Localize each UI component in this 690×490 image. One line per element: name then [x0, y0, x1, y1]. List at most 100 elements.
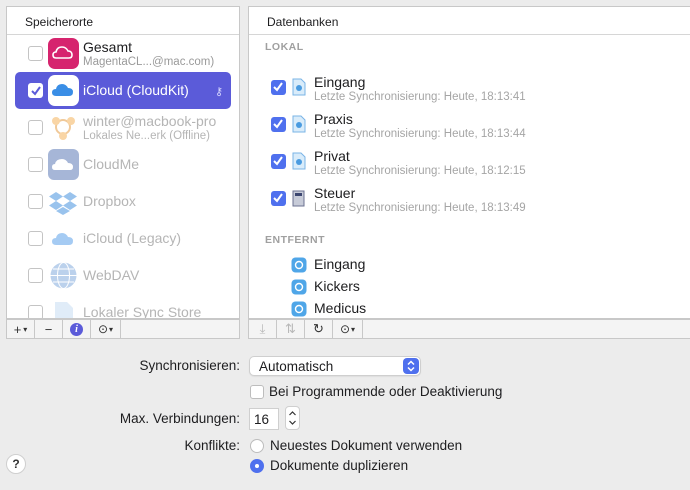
storage-locations-header: Speicherorte — [7, 7, 239, 35]
max-connections-label: Max. Verbindungen: — [119, 411, 240, 426]
download-icon: ⤓ — [259, 321, 266, 336]
sync-label: Synchronisieren: — [139, 358, 240, 373]
local-sync-icon — [47, 296, 80, 318]
icloud-legacy-icon — [47, 222, 80, 255]
location-item-local-sync-store[interactable]: Lokaler Sync Store — [15, 294, 231, 319]
popup-arrows-icon — [403, 358, 419, 374]
location-name: winter@macbook-pro — [83, 113, 217, 129]
sync-direction-button[interactable]: ⇅ — [277, 320, 305, 338]
local-db-item[interactable]: Privat Letzte Synchronisierung: Heute, 1… — [271, 147, 671, 183]
location-checkbox[interactable] — [28, 194, 43, 209]
add-location-button[interactable]: + ▾ — [7, 320, 35, 338]
info-button[interactable]: i — [63, 320, 91, 338]
db-name: Privat — [314, 148, 350, 164]
sync-mode-popup[interactable]: Automatisch — [249, 356, 421, 376]
conflict-newest-radio[interactable] — [250, 439, 264, 453]
databases-panel: Datenbanken LOKAL Eingang Letzte Synchro… — [248, 6, 690, 319]
conflict-duplicate-label: Dokumente duplizieren — [270, 458, 409, 473]
location-checkbox[interactable] — [28, 268, 43, 283]
conflict-duplicate-radio[interactable] — [250, 459, 264, 473]
location-name: Lokaler Sync Store — [83, 304, 202, 319]
refresh-button[interactable]: ↻ — [305, 320, 333, 338]
location-item-icloud-legacy[interactable]: iCloud (Legacy) — [15, 220, 231, 257]
database-icon — [291, 115, 307, 133]
more-actions-button[interactable]: ⊙ ▾ — [91, 320, 121, 338]
location-item-gesamt[interactable]: Gesamt MagentaCL...@mac.com) — [15, 35, 231, 72]
remote-db-item[interactable]: Eingang — [291, 255, 591, 277]
db-last-sync: Letzte Synchronisierung: Heute, 18:13:44 — [314, 128, 526, 140]
location-item-webdav[interactable]: WebDAV — [15, 257, 231, 294]
location-checkbox[interactable] — [28, 231, 43, 246]
remote-db-item[interactable]: Medicus — [291, 299, 591, 318]
databases-header: Datenbanken — [249, 7, 690, 35]
remote-db-item[interactable]: Kickers — [291, 277, 591, 299]
location-item-dropbox[interactable]: Dropbox — [15, 183, 231, 220]
max-connections-field[interactable]: 16 — [249, 408, 279, 430]
more-db-actions-button[interactable]: ⊙ ▾ — [333, 320, 363, 338]
conflicts-label: Konflikte: — [184, 438, 240, 453]
locations-toolbar: + ▾ − i ⊙ ▾ — [6, 319, 240, 339]
location-subtitle: Lokales Ne...erk (Offline) — [83, 130, 210, 142]
dropbox-icon — [47, 185, 80, 218]
db-checkbox[interactable] — [271, 191, 286, 206]
local-section-label: LOKAL — [265, 41, 304, 53]
location-item-cloudme[interactable]: CloudMe — [15, 146, 231, 183]
import-button[interactable]: ⤓ — [249, 320, 277, 338]
db-name: Praxis — [314, 111, 353, 127]
db-name: Medicus — [314, 300, 367, 316]
db-last-sync: Letzte Synchronisierung: Heute, 18:13:41 — [314, 91, 526, 103]
database-icon — [291, 152, 307, 170]
add-icon: + — [13, 321, 22, 337]
quit-sync-label: Bei Programmende oder Deaktivierung — [269, 384, 503, 399]
location-checkbox[interactable] — [28, 83, 43, 98]
location-name: Gesamt — [83, 39, 133, 55]
chevron-down-icon: ▾ — [109, 324, 114, 334]
magenta-cloud-icon — [47, 37, 80, 70]
location-checkbox[interactable] — [28, 46, 43, 61]
quit-sync-checkbox[interactable] — [250, 385, 264, 399]
remove-location-button[interactable]: − — [35, 320, 63, 338]
remove-icon: − — [44, 321, 53, 337]
local-db-item[interactable]: Praxis Letzte Synchronisierung: Heute, 1… — [271, 110, 671, 146]
max-connections-stepper[interactable] — [285, 406, 300, 430]
db-name: Eingang — [314, 256, 366, 272]
location-checkbox[interactable] — [28, 305, 43, 318]
database-icon — [291, 78, 307, 96]
location-checkbox[interactable] — [28, 120, 43, 135]
storage-locations-panel: Speicherorte Gesamt MagentaCL...@mac.com… — [6, 6, 240, 319]
db-last-sync: Letzte Synchronisierung: Heute, 18:12:15 — [314, 165, 526, 177]
db-checkbox[interactable] — [271, 80, 286, 95]
db-checkbox[interactable] — [271, 117, 286, 132]
remote-section-label: ENTFERNT — [265, 234, 325, 246]
up-down-arrows-icon: ⇅ — [285, 321, 296, 336]
remote-database-icon — [291, 279, 307, 295]
db-checkbox[interactable] — [271, 154, 286, 169]
location-name: CloudMe — [83, 156, 140, 172]
cloudme-icon — [47, 148, 80, 181]
location-name: WebDAV — [83, 267, 140, 283]
key-icon: ⚷ — [214, 86, 223, 98]
location-checkbox[interactable] — [28, 157, 43, 172]
db-name: Kickers — [314, 278, 360, 294]
location-name: iCloud (CloudKit) — [83, 82, 189, 98]
network-icon — [47, 111, 80, 144]
location-subtitle: MagentaCL...@mac.com) — [83, 56, 215, 68]
info-icon: i — [70, 322, 83, 336]
chevron-down-icon: ▾ — [23, 324, 28, 334]
local-db-item[interactable]: Steuer Letzte Synchronisierung: Heute, 1… — [271, 184, 671, 220]
remote-database-icon — [291, 301, 307, 317]
webdav-globe-icon — [47, 259, 80, 292]
location-item-icloud-cloudkit[interactable]: iCloud (CloudKit) ⚷ — [15, 72, 231, 109]
sync-mode-value: Automatisch — [259, 359, 334, 374]
location-name: iCloud (Legacy) — [83, 230, 182, 246]
chevron-down-icon: ▾ — [351, 324, 356, 334]
db-name: Steuer — [314, 185, 356, 201]
db-name: Eingang — [314, 74, 366, 90]
tax-database-icon — [291, 189, 307, 207]
location-item-network[interactable]: winter@macbook-pro Lokales Ne...erk (Off… — [15, 109, 231, 146]
ellipsis-circle-icon: ⊙ — [97, 322, 109, 336]
help-button[interactable]: ? — [6, 454, 26, 474]
local-db-item[interactable]: Eingang Letzte Synchronisierung: Heute, … — [271, 73, 671, 109]
conflict-newest-label: Neuestes Dokument verwenden — [270, 438, 463, 453]
remote-database-icon — [291, 257, 307, 273]
